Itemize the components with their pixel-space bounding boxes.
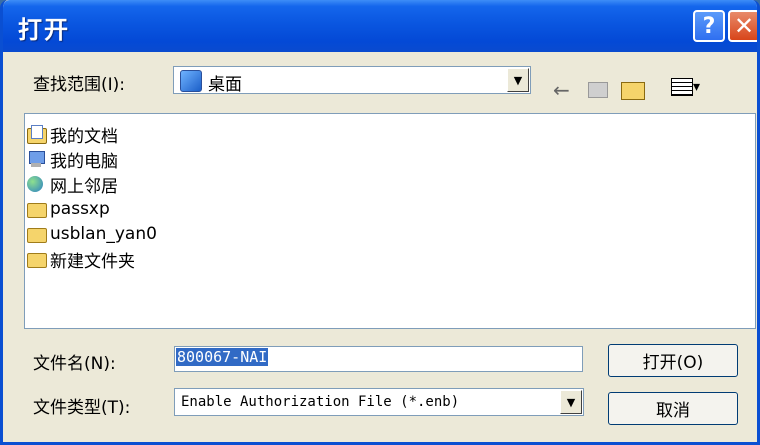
network-places-icon bbox=[27, 175, 47, 193]
filetype-label: 文件类型(T): bbox=[33, 398, 131, 418]
filetype-dropdown[interactable]: Enable Authorization File (*.enb) ▼ bbox=[174, 388, 584, 416]
folder-icon bbox=[27, 200, 47, 218]
list-item[interactable]: 网上邻居 bbox=[27, 172, 118, 197]
view-menu-icon[interactable]: ▾ bbox=[671, 78, 700, 96]
cancel-button[interactable]: 取消 bbox=[608, 392, 738, 425]
close-icon: ✕ bbox=[733, 12, 755, 40]
folder-icon bbox=[27, 225, 47, 243]
my-computer-icon bbox=[27, 150, 47, 168]
close-button[interactable]: ✕ bbox=[728, 10, 757, 42]
file-list[interactable]: 我的文档 我的电脑 网上邻居 passxp usblan_yan0 新建文件夹 bbox=[24, 113, 756, 329]
list-item[interactable]: passxp bbox=[27, 197, 110, 221]
my-documents-icon bbox=[27, 125, 47, 144]
filetype-value: Enable Authorization File (*.enb) bbox=[181, 394, 460, 410]
folder-icon bbox=[27, 250, 47, 268]
title-bar[interactable]: 打开 ? ✕ bbox=[3, 0, 757, 52]
window-title: 打开 bbox=[18, 16, 70, 44]
list-item-label: passxp bbox=[50, 199, 110, 219]
up-folder-icon[interactable] bbox=[588, 78, 608, 98]
lookin-value: 桌面 bbox=[208, 75, 242, 95]
list-item-label: usblan_yan0 bbox=[50, 224, 157, 244]
lookin-label: 查找范围(I): bbox=[33, 75, 126, 95]
help-button[interactable]: ? bbox=[693, 10, 725, 42]
lookin-dropdown[interactable]: 桌面 ▼ bbox=[173, 66, 531, 95]
filename-label: 文件名(N): bbox=[33, 354, 116, 374]
desktop-icon bbox=[180, 70, 202, 92]
list-item[interactable]: 新建文件夹 bbox=[27, 247, 135, 272]
list-item-label: 网上邻居 bbox=[50, 176, 118, 197]
open-file-dialog: 打开 ? ✕ 查找范围(I): 桌面 ▼ ← ▾ 我的文档 我的电脑 网上邻居 bbox=[0, 0, 760, 445]
question-mark-icon: ? bbox=[702, 13, 716, 39]
filename-input[interactable]: 800067-NAI bbox=[174, 346, 583, 372]
list-item[interactable]: 我的文档 bbox=[27, 122, 118, 147]
list-item-label: 我的文档 bbox=[50, 126, 118, 147]
new-folder-icon[interactable] bbox=[621, 78, 645, 100]
list-item[interactable]: usblan_yan0 bbox=[27, 222, 157, 246]
open-button[interactable]: 打开(O) bbox=[608, 344, 738, 377]
list-item-label: 新建文件夹 bbox=[50, 251, 135, 272]
chevron-down-icon[interactable]: ▼ bbox=[560, 390, 582, 414]
list-item[interactable]: 我的电脑 bbox=[27, 147, 118, 172]
back-icon[interactable]: ← bbox=[553, 78, 570, 102]
chevron-down-icon[interactable]: ▼ bbox=[507, 68, 529, 92]
filename-value: 800067-NAI bbox=[176, 348, 269, 366]
list-item-label: 我的电脑 bbox=[50, 151, 118, 172]
